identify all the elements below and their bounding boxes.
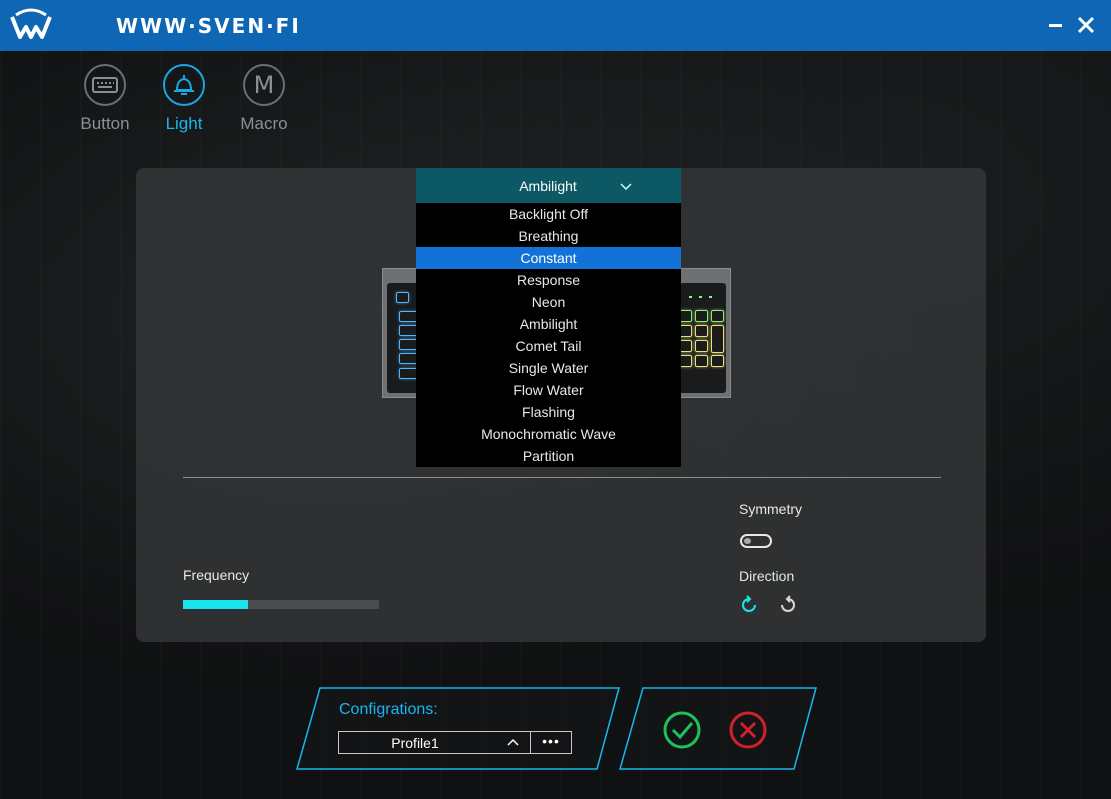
light-mode-option[interactable]: Flow Water <box>416 379 681 401</box>
light-mode-option[interactable]: Backlight Off <box>416 203 681 225</box>
light-mode-selected: Ambilight <box>519 178 577 194</box>
chevron-up-icon <box>507 738 519 746</box>
light-mode-option[interactable]: Partition <box>416 445 681 467</box>
divider <box>183 477 941 478</box>
title-bar[interactable]: WWW·SVEN·FI <box>0 0 1111 51</box>
frequency-label: Frequency <box>183 567 250 583</box>
profile-value: Profile1 <box>391 735 439 751</box>
light-mode-option[interactable]: Constant <box>416 247 681 269</box>
profile-select[interactable]: Profile1 <box>338 731 531 754</box>
tab-button[interactable]: Button <box>65 64 145 138</box>
minimize-icon[interactable] <box>1045 14 1067 36</box>
macro-m-glyph: M <box>253 71 275 99</box>
frequency-slider[interactable] <box>183 600 379 609</box>
direction-label: Direction <box>739 568 795 584</box>
macro-m-icon: M <box>243 64 285 106</box>
close-icon[interactable] <box>1075 14 1097 36</box>
action-frame <box>619 687 817 770</box>
light-mode-option[interactable]: Flashing <box>416 401 681 423</box>
keyboard-icon <box>84 64 126 106</box>
rotate-counterclockwise-icon[interactable] <box>778 595 798 615</box>
bell-icon <box>163 64 205 106</box>
chevron-down-icon <box>620 183 632 191</box>
toggle-knob <box>744 538 751 544</box>
brand-title: WWW·SVEN·FI <box>116 14 301 38</box>
config-frame <box>296 687 620 770</box>
light-mode-option[interactable]: Ambilight <box>416 313 681 335</box>
tab-macro[interactable]: M Macro <box>224 64 304 138</box>
symmetry-toggle[interactable] <box>740 534 772 548</box>
tab-light[interactable]: Light <box>144 64 224 138</box>
cancel-x-icon[interactable] <box>728 710 768 750</box>
light-mode-option[interactable]: Comet Tail <box>416 335 681 357</box>
symmetry-label: Symmetry <box>739 501 802 517</box>
sven-logo-icon <box>10 8 52 39</box>
light-mode-option[interactable]: Response <box>416 269 681 291</box>
profile-more-button[interactable]: ••• <box>530 731 572 754</box>
light-mode-option[interactable]: Monochromatic Wave <box>416 423 681 445</box>
frequency-slider-fill <box>183 600 248 609</box>
confirm-check-icon[interactable] <box>662 710 702 750</box>
light-mode-options: Backlight Off Breathing Constant Response Ne… <box>416 203 681 467</box>
light-mode-option[interactable]: Neon <box>416 291 681 313</box>
config-title: Configrations: <box>339 701 438 718</box>
rotate-clockwise-icon[interactable] <box>739 595 759 615</box>
light-mode-dropdown[interactable]: Ambilight <box>416 168 681 203</box>
light-mode-option[interactable]: Single Water <box>416 357 681 379</box>
tab-light-label: Light <box>165 114 203 133</box>
tab-button-label: Button <box>80 114 130 133</box>
tab-macro-label: Macro <box>240 114 288 133</box>
light-mode-option[interactable]: Breathing <box>416 225 681 247</box>
